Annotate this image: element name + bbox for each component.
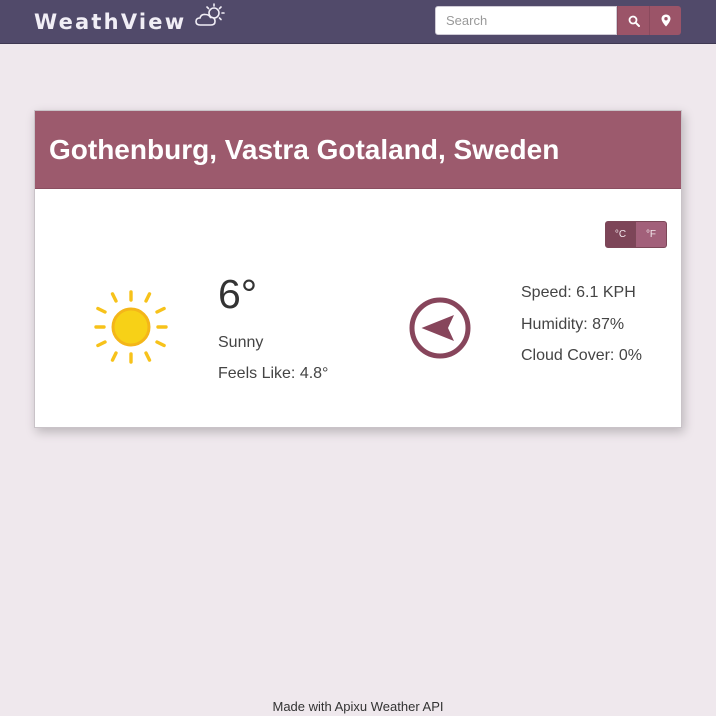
cloud-cover: Cloud Cover: 0% — [521, 347, 642, 364]
feels-like-text: Feels Like: 4.8° — [218, 365, 329, 382]
cloud-sun-icon — [194, 3, 226, 34]
brand-name[interactable]: WeathView — [34, 10, 186, 34]
fahrenheit-button[interactable]: °F — [636, 221, 667, 248]
sun-icon — [93, 289, 169, 370]
unit-toggle: °C °F — [605, 221, 667, 248]
wind-speed: Speed: 6.1 KPH — [521, 284, 636, 301]
footer-text: Made with Apixu Weather API — [272, 699, 444, 714]
brand-logo[interactable]: WeathView — [34, 3, 226, 34]
humidity: Humidity: 87% — [521, 316, 625, 333]
weather-card: Gothenburg, Vastra Gotaland, Sweden °C °… — [34, 110, 682, 428]
wind-direction-arrow-icon — [408, 296, 472, 365]
temperature: 6° — [218, 271, 258, 317]
celsius-button[interactable]: °C — [605, 221, 636, 248]
footer: Made with Apixu Weather API — [0, 699, 716, 714]
search-button[interactable] — [617, 6, 649, 35]
location-button[interactable] — [649, 6, 681, 35]
map-marker-icon — [661, 14, 670, 27]
condition-text: Sunny — [218, 334, 264, 351]
navbar: WeathView — [0, 0, 716, 44]
search-bar — [435, 6, 681, 35]
card-header: Gothenburg, Vastra Gotaland, Sweden — [35, 111, 681, 189]
search-input[interactable] — [435, 6, 617, 35]
search-icon — [628, 15, 640, 27]
location-title: Gothenburg, Vastra Gotaland, Sweden — [49, 133, 560, 165]
